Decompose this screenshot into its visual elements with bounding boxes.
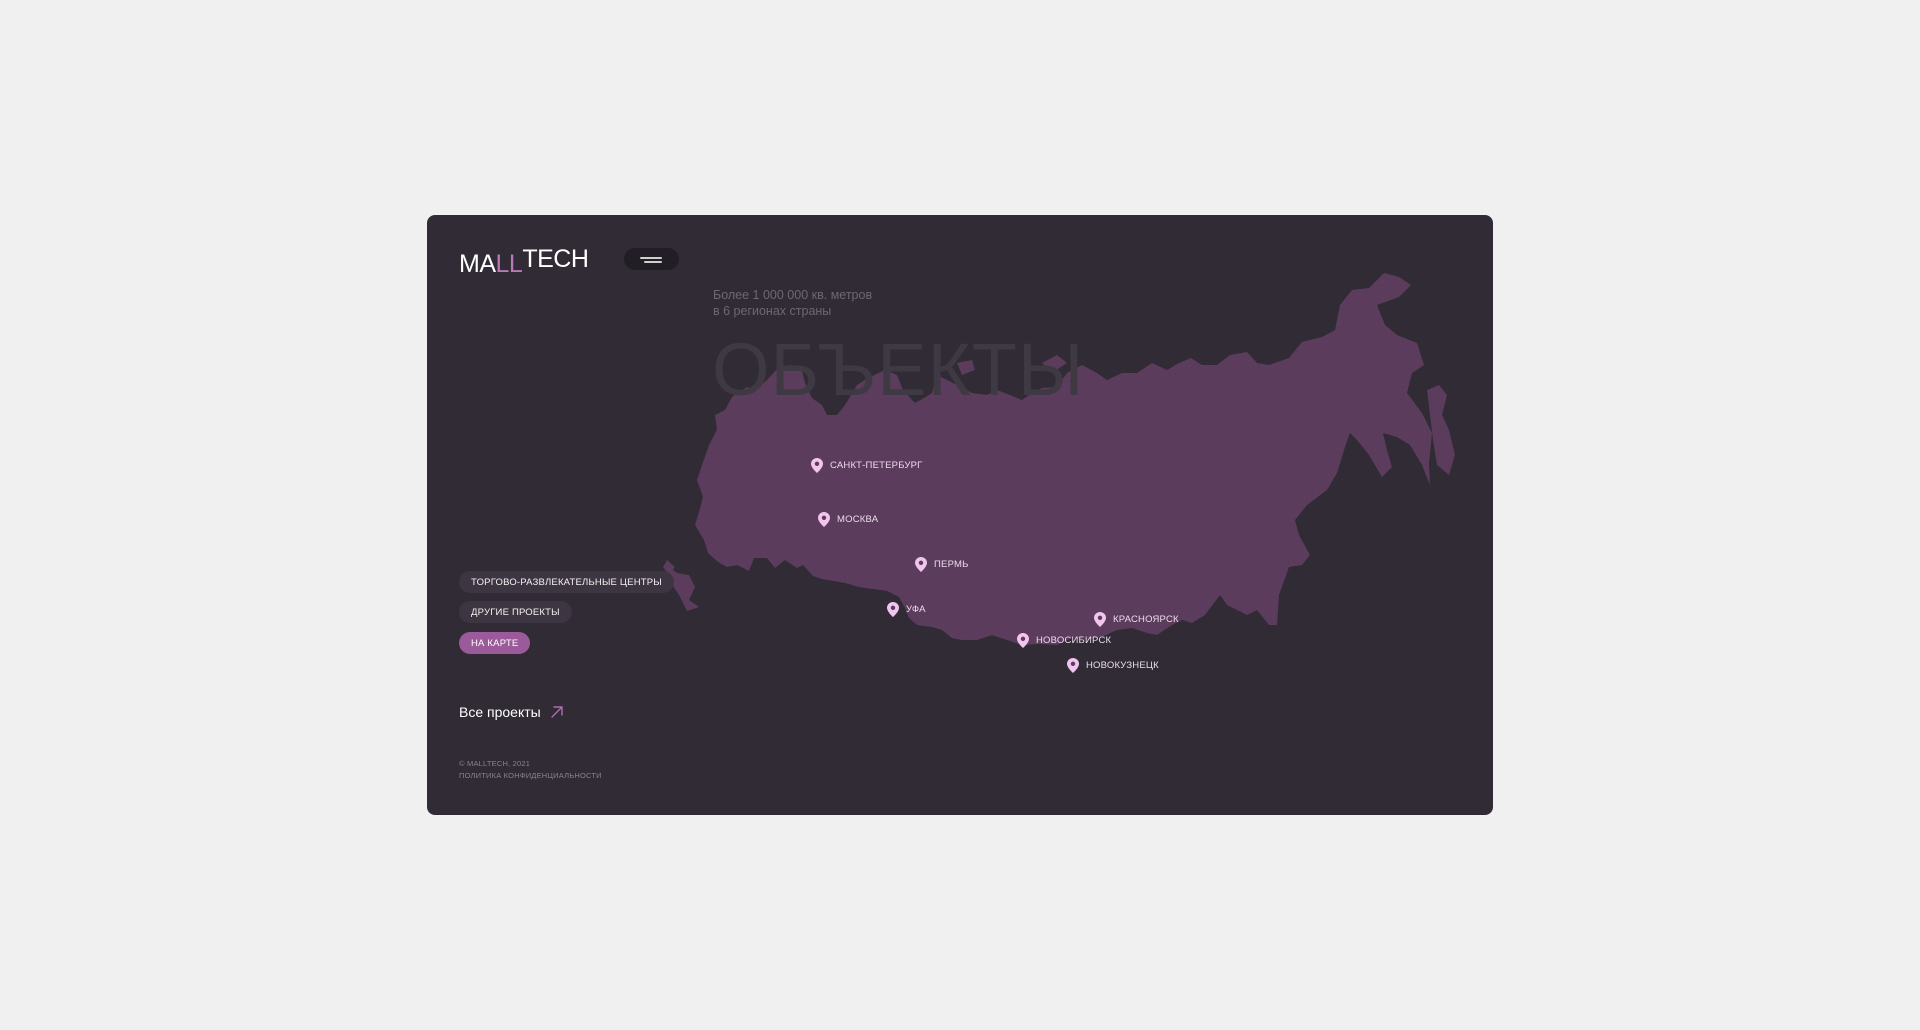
hero-subtitle-line-1: Более 1 000 000 кв. метров xyxy=(713,288,873,302)
map-pin-icon xyxy=(818,512,830,527)
map-pin-icon xyxy=(887,602,899,617)
city-label-perm: ПЕРМЬ xyxy=(934,559,969,570)
filter-on-map[interactable]: НА КАРТЕ xyxy=(459,632,531,654)
arrow-up-right-icon xyxy=(551,706,563,718)
map-pin-icon xyxy=(1067,658,1079,673)
city-label-ufa: УФА xyxy=(906,604,926,615)
filter-other-projects[interactable]: ДРУГИЕ ПРОЕКТЫ xyxy=(459,601,572,623)
city-label-moscow: МОСКВА xyxy=(837,514,879,525)
city-marker-ufa[interactable]: УФА xyxy=(887,602,926,617)
map-pin-icon xyxy=(811,458,823,473)
russia-map xyxy=(663,273,1455,645)
page-title: ОБЪЕКТЫ xyxy=(712,328,1085,411)
city-marker-novokuznetsk[interactable]: НОВОКУЗНЕЦК xyxy=(1067,658,1159,673)
city-marker-krasnoyarsk[interactable]: КРАСНОЯРСК xyxy=(1094,612,1179,627)
footer-privacy-link[interactable]: ПОЛИТИКА КОНФИДЕНЦИАЛЬНОСТИ xyxy=(459,771,602,780)
hero-subtitle: Более 1 000 000 кв. метров в 6 регионах … xyxy=(713,287,872,319)
map-pin-icon xyxy=(1017,633,1029,648)
page-frame: MA LL T ECH Более 1 000 000 кв. метров в… xyxy=(427,215,1493,815)
city-label-krasnoyarsk: КРАСНОЯРСК xyxy=(1113,614,1179,625)
city-label-novokuznetsk: НОВОКУЗНЕЦК xyxy=(1086,660,1159,671)
map-pin-icon xyxy=(1094,612,1106,627)
city-label-novosibirsk: НОВОСИБИРСК xyxy=(1036,635,1112,646)
filter-shopping-centers[interactable]: ТОРГОВО-РАЗВЛЕКАТЕЛЬНЫЕ ЦЕНТРЫ xyxy=(459,571,674,593)
city-label-spb: САНКТ-ПЕТЕРБУРГ xyxy=(830,460,923,471)
city-marker-novosibirsk[interactable]: НОВОСИБИРСК xyxy=(1017,633,1111,648)
all-projects-label: Все проекты xyxy=(459,704,541,720)
hero-subtitle-line-2: в 6 регионах страны xyxy=(713,304,832,318)
all-projects-link[interactable]: Все проекты xyxy=(459,704,565,720)
map-pin-icon xyxy=(915,557,927,572)
city-marker-perm[interactable]: ПЕРМЬ xyxy=(915,557,969,572)
footer-copyright: © MALLTECH, 2021 xyxy=(459,759,531,768)
city-marker-spb[interactable]: САНКТ-ПЕТЕРБУРГ xyxy=(811,458,923,473)
city-marker-moscow[interactable]: МОСКВА xyxy=(818,512,878,527)
